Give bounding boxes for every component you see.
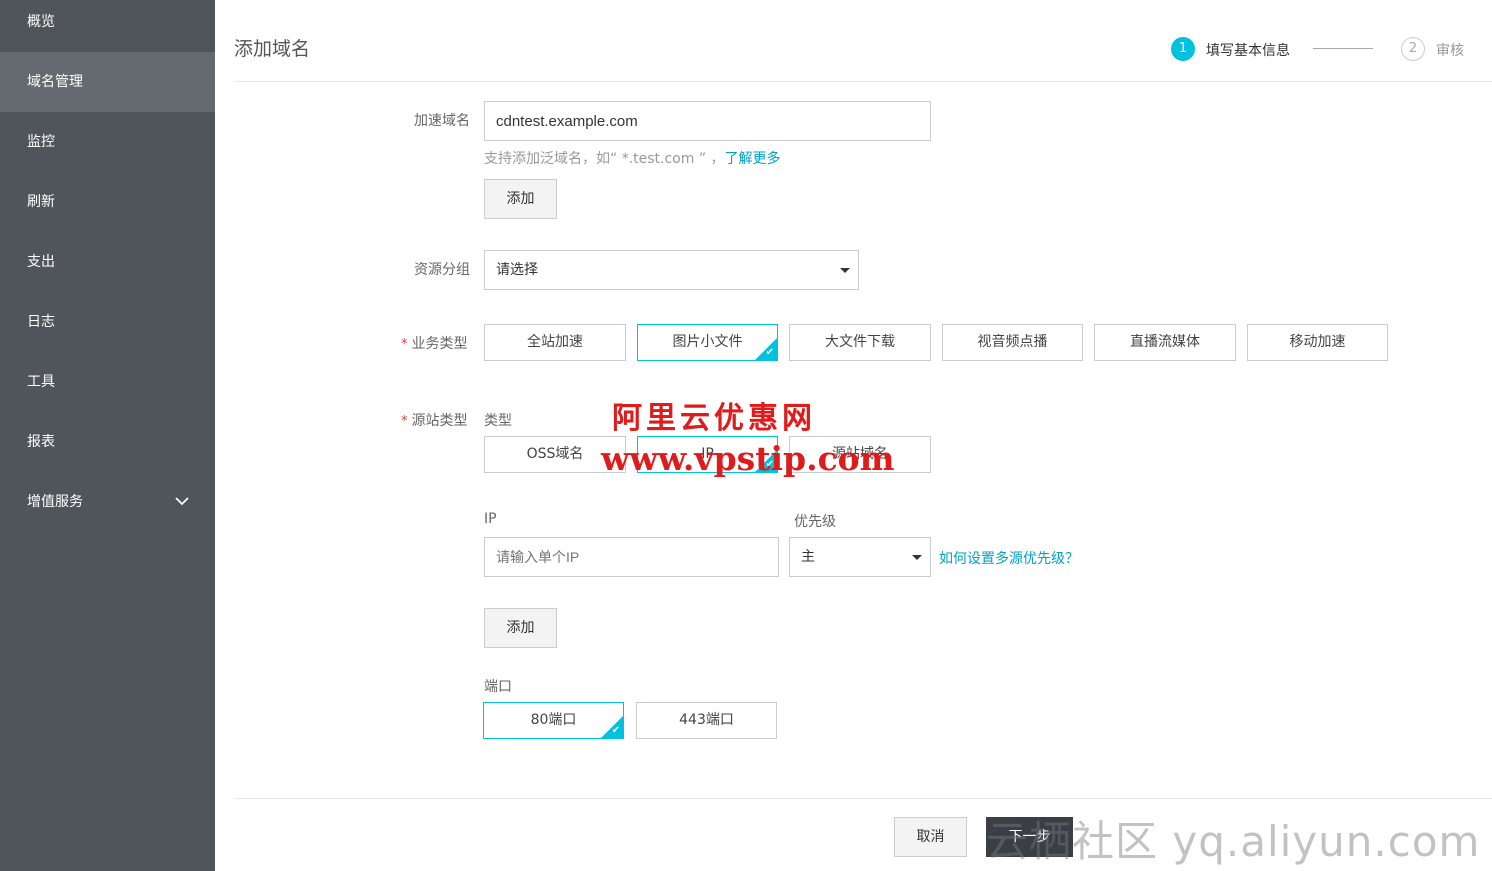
port-option-443[interactable]: 443端口 — [636, 702, 777, 739]
check-icon: ✔ — [611, 725, 620, 736]
sidebar-item-domain-management[interactable]: 域名管理 — [0, 52, 215, 112]
business-type-option-images-small-files[interactable]: 图片小文件 ✔ — [637, 324, 778, 361]
sidebar-item-overview[interactable]: 概览 — [0, 0, 215, 52]
priority-select[interactable]: 主 — [789, 537, 931, 577]
required-mark: * — [401, 414, 408, 429]
step-2-indicator: 2 — [1401, 37, 1425, 61]
sidebar-item-label: 支出 — [27, 254, 55, 270]
sidebar-item-label: 日志 — [27, 314, 55, 330]
sidebar-item-label: 监控 — [27, 134, 55, 150]
add-domain-button[interactable]: 添加 — [484, 179, 557, 219]
step-1-label: 填写基本信息 — [1206, 43, 1290, 59]
port-label: 端口 — [484, 679, 512, 695]
sidebar-item-label: 工具 — [27, 374, 55, 390]
option-label: 图片小文件 — [672, 334, 743, 350]
step-2-label: 审核 — [1436, 43, 1464, 59]
sidebar-item-label: 增值服务 — [27, 494, 83, 510]
port-option-80[interactable]: 80端口 ✔ — [483, 702, 624, 739]
option-label: 全站加速 — [527, 334, 583, 350]
check-icon: ✔ — [765, 347, 774, 358]
caret-down-icon — [840, 268, 850, 273]
option-label: 80端口 — [530, 712, 577, 728]
resource-group-select[interactable]: 请选择 — [484, 250, 859, 290]
cancel-button[interactable]: 取消 — [894, 817, 967, 857]
resource-group-value: 请选择 — [496, 262, 538, 278]
watermark-community: 云栖社区 yq.aliyun.com — [986, 817, 1481, 866]
option-label: 视音频点播 — [977, 334, 1048, 350]
option-label: 直播流媒体 — [1130, 334, 1200, 350]
ip-label: IP — [484, 511, 497, 527]
option-label: OSS域名 — [526, 446, 584, 462]
step-1-indicator: 1 — [1171, 37, 1195, 61]
business-type-option-vod[interactable]: 视音频点播 — [942, 324, 1083, 361]
business-type-option-large-file-download[interactable]: 大文件下载 — [789, 324, 931, 361]
origin-type-label-text: 源站类型 — [411, 413, 468, 429]
sidebar-item-refresh[interactable]: 刷新 — [0, 172, 215, 232]
chevron-down-icon — [175, 497, 189, 506]
business-type-label-text: 业务类型 — [411, 336, 468, 352]
sidebar-item-label: 概览 — [27, 14, 55, 30]
add-origin-button[interactable]: 添加 — [484, 608, 557, 648]
domain-input[interactable] — [484, 101, 931, 141]
option-label: 大文件下载 — [825, 334, 895, 350]
step-connector — [1313, 48, 1373, 49]
option-label: 443端口 — [679, 712, 734, 728]
sidebar-item-value-added-services[interactable]: 增值服务 — [0, 472, 215, 532]
sidebar-item-label: 报表 — [27, 434, 55, 450]
footer-divider — [234, 798, 1492, 799]
sidebar-item-reports[interactable]: 报表 — [0, 412, 215, 472]
priority-value: 主 — [801, 549, 815, 565]
business-type-option-live-streaming[interactable]: 直播流媒体 — [1094, 324, 1236, 361]
origin-type-sublabel: 类型 — [484, 413, 512, 429]
watermark-url: www.vpstip.com — [601, 439, 895, 478]
priority-label: 优先级 — [794, 514, 836, 530]
business-type-option-mobile-acceleration[interactable]: 移动加速 — [1247, 324, 1388, 361]
sidebar-item-monitoring[interactable]: 监控 — [0, 112, 215, 172]
option-label: 移动加速 — [1289, 334, 1346, 350]
sidebar-item-logs[interactable]: 日志 — [0, 292, 215, 352]
business-type-label: * 业务类型 — [401, 333, 468, 353]
caret-down-icon — [912, 555, 922, 560]
origin-type-label: * 源站类型 — [401, 410, 468, 430]
domain-label: 加速域名 — [414, 113, 470, 129]
domain-hint: 支持添加泛域名，如“ *.test.com ” ，了解更多 — [484, 148, 781, 168]
sidebar-item-label: 刷新 — [27, 194, 55, 210]
priority-help-link[interactable]: 如何设置多源优先级？ — [939, 548, 1079, 568]
resource-group-label: 资源分组 — [414, 262, 470, 278]
business-type-option-full-site[interactable]: 全站加速 — [484, 324, 626, 361]
required-mark: * — [401, 337, 408, 352]
sidebar: 概览 域名管理 监控 刷新 支出 日志 工具 报表 增值服务 — [0, 0, 215, 871]
learn-more-link[interactable]: 了解更多 — [725, 151, 781, 167]
domain-hint-text: 支持添加泛域名，如“ *.test.com ” ， — [484, 151, 725, 167]
sidebar-item-label: 域名管理 — [27, 74, 83, 90]
header-divider — [234, 81, 1492, 82]
sidebar-item-tools[interactable]: 工具 — [0, 352, 215, 412]
sidebar-item-expenses[interactable]: 支出 — [0, 232, 215, 292]
page-title: 添加域名 — [234, 38, 311, 60]
ip-input[interactable] — [484, 537, 779, 577]
watermark-text: 阿里云优惠网 — [612, 401, 816, 436]
